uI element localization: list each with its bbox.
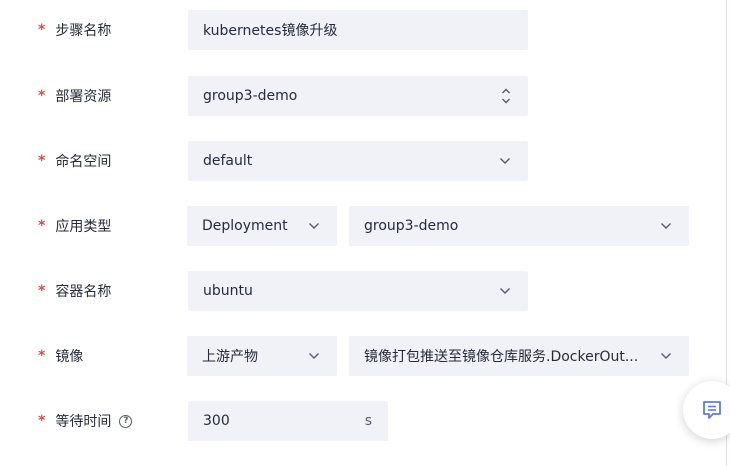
updown-chevron-icon[interactable] xyxy=(500,86,512,106)
required-marker: * xyxy=(38,218,46,234)
form-row-deploy-resource: * 部署资源 group3-demo xyxy=(0,76,726,116)
form-row-container-name: * 容器名称 ubuntu xyxy=(0,271,726,311)
wait-time-label: * 等待时间 ? xyxy=(38,401,133,441)
required-marker: * xyxy=(38,283,46,299)
wait-time-label-text: 等待时间 xyxy=(55,414,112,430)
required-marker: * xyxy=(38,348,46,364)
wait-time-value: 300 xyxy=(203,413,230,429)
namespace-select[interactable]: default xyxy=(188,141,528,181)
form-row-wait-time: * 等待时间 ? 300 s xyxy=(0,401,726,441)
required-marker: * xyxy=(38,413,46,429)
form-row-image: * 镜像 上游产物 镜像打包推送至镜像仓库服务.DockerOut... xyxy=(0,336,726,376)
app-name-value: group3-demo xyxy=(364,218,459,234)
form-row-app-type: * 应用类型 Deployment group3-demo xyxy=(0,206,726,246)
step-name-value: kubernetes镜像升级 xyxy=(203,23,338,39)
question-circle-icon[interactable]: ? xyxy=(119,414,133,428)
image-artifact-select[interactable]: 镜像打包推送至镜像仓库服务.DockerOut... xyxy=(349,336,689,376)
deploy-resource-value: group3-demo xyxy=(203,88,298,104)
wait-time-input[interactable]: 300 s xyxy=(188,401,388,441)
container-name-select[interactable]: ubuntu xyxy=(188,271,528,311)
wait-time-unit: s xyxy=(364,413,372,429)
chevron-down-icon xyxy=(309,223,319,229)
chevron-down-icon xyxy=(500,288,510,294)
chevron-down-icon xyxy=(661,223,671,229)
app-name-select[interactable]: group3-demo xyxy=(349,206,689,246)
chat-feedback-icon xyxy=(703,401,721,419)
chevron-down-icon xyxy=(661,353,671,359)
image-source-value: 上游产物 xyxy=(202,349,258,365)
step-name-label-text: 步骤名称 xyxy=(55,23,112,39)
image-label: * 镜像 xyxy=(38,336,83,376)
required-marker: * xyxy=(38,22,46,38)
chevron-down-icon xyxy=(500,158,510,164)
form-row-namespace: * 命名空间 default xyxy=(0,141,726,181)
image-artifact-value: 镜像打包推送至镜像仓库服务.DockerOut... xyxy=(364,349,639,365)
step-name-input[interactable]: kubernetes镜像升级 xyxy=(188,10,528,50)
deploy-resource-select[interactable]: group3-demo xyxy=(188,76,528,116)
required-marker: * xyxy=(38,153,46,169)
namespace-value: default xyxy=(203,153,253,169)
form-row-step-name: * 步骤名称 kubernetes镜像升级 xyxy=(0,10,726,50)
deploy-resource-label: * 部署资源 xyxy=(38,76,111,116)
container-name-label-text: 容器名称 xyxy=(55,284,112,300)
required-marker: * xyxy=(38,88,46,104)
chevron-down-icon xyxy=(309,353,319,359)
app-type-kind-value: Deployment xyxy=(202,218,288,234)
app-type-kind-select[interactable]: Deployment xyxy=(187,206,337,246)
image-label-text: 镜像 xyxy=(55,349,84,365)
namespace-label-text: 命名空间 xyxy=(55,154,112,170)
namespace-label: * 命名空间 xyxy=(38,141,111,181)
app-type-label: * 应用类型 xyxy=(38,206,111,246)
image-source-select[interactable]: 上游产物 xyxy=(187,336,337,376)
container-name-value: ubuntu xyxy=(203,283,253,299)
app-type-label-text: 应用类型 xyxy=(55,219,112,235)
container-name-label: * 容器名称 xyxy=(38,271,111,311)
deploy-resource-label-text: 部署资源 xyxy=(55,89,112,105)
step-name-label: * 步骤名称 xyxy=(38,10,111,50)
